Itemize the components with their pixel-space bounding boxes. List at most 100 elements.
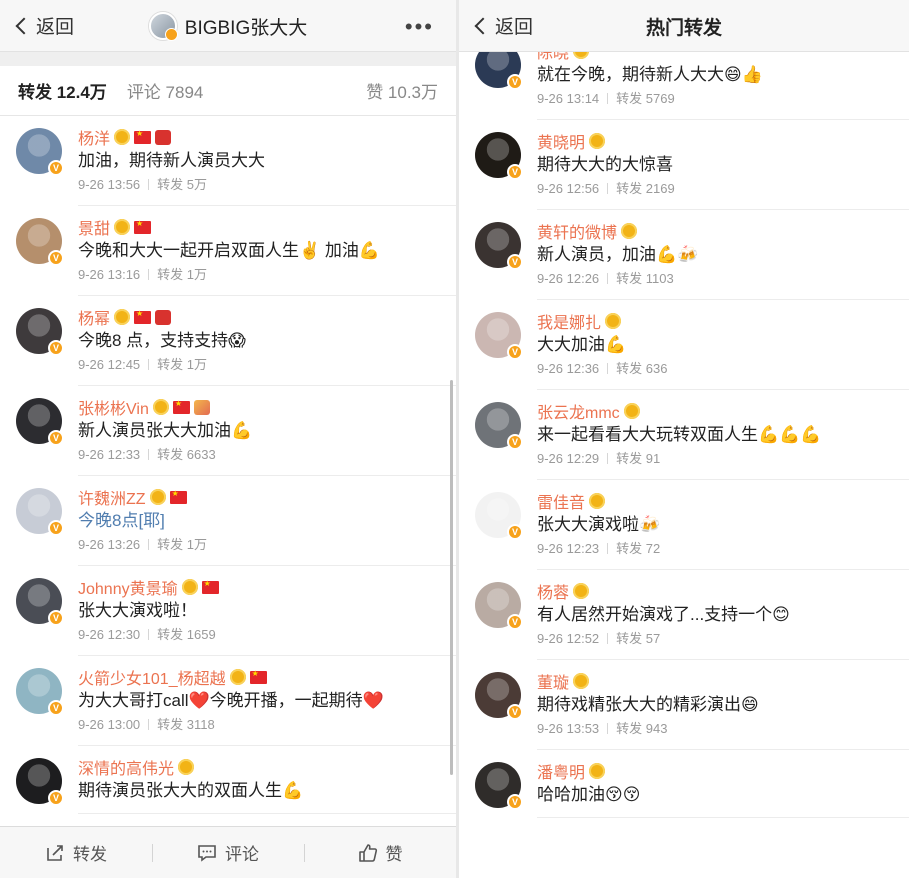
- tab-bar: 转发 12.4万 评论 7894 赞 10.3万: [0, 66, 456, 116]
- top-bar: 返回 热门转发: [459, 0, 909, 52]
- divider: [607, 183, 609, 194]
- timestamp: 9-26 12:33: [78, 447, 141, 462]
- username[interactable]: 董璇: [537, 669, 569, 693]
- avatar[interactable]: V: [475, 492, 523, 540]
- username[interactable]: 黄晓明: [537, 129, 585, 153]
- vip-icon: [178, 759, 195, 775]
- post-text: 就在今晚，期待新人大大😄👍: [537, 65, 763, 84]
- post-meta: 9-26 12:29 转发 91: [537, 448, 899, 470]
- forward-label: 转发: [73, 845, 107, 864]
- username[interactable]: 杨幂: [78, 305, 110, 329]
- username[interactable]: 杨蓉: [537, 579, 569, 603]
- avatar[interactable]: V: [16, 398, 64, 446]
- avatar[interactable]: V: [475, 402, 523, 450]
- divider: [0, 52, 456, 66]
- list-item[interactable]: V 火箭少女101_杨超越为大大哥打call❤️今晚开播，一起期待❤️ 9-26 1…: [0, 656, 456, 746]
- list-item[interactable]: V 深情的高伟光期待演员张大大的双面人生💪: [0, 746, 456, 814]
- tab-comments[interactable]: 评论 7894: [127, 78, 204, 103]
- timestamp: 9-26 13:16: [78, 267, 141, 282]
- left-panel: 返回 BIGBIG张大大 ••• 转发 12.4万 评论 7894 赞 10.3…: [0, 0, 456, 878]
- list-item[interactable]: V 黄轩的微博 新人演员，加油💪🍻 9-26 12:26 转发 1103: [459, 210, 909, 300]
- avatar[interactable]: V: [475, 222, 523, 270]
- comment-label: 评论: [225, 845, 259, 864]
- divider: [607, 543, 609, 554]
- forward-count: 转发 57: [616, 631, 661, 646]
- username[interactable]: 许魏洲ZZ: [78, 485, 146, 509]
- avatar[interactable]: V: [16, 218, 64, 266]
- username[interactable]: 火箭少女101_杨超越: [78, 665, 226, 689]
- list-item[interactable]: V 张彬彬Vin 新人演员张大大加油💪 9-26 12:33 转发 6633: [0, 386, 456, 476]
- post-meta: 9-26 12:33 转发 6633: [78, 444, 446, 466]
- list-item[interactable]: V 雷佳音 张大大演戏啦🍻 9-26 12:23 转发 72: [459, 480, 909, 570]
- forward-count: 转发 943: [616, 721, 668, 736]
- vip-icon: [589, 763, 606, 779]
- divider: [607, 633, 609, 644]
- avatar[interactable]: V: [16, 308, 64, 356]
- avatar[interactable]: V: [475, 312, 523, 360]
- vip-icon: [589, 493, 606, 509]
- list-item[interactable]: V 董璇 期待戏精张大大的精彩演出😄 9-26 13:53 转发 943: [459, 660, 909, 750]
- username[interactable]: 张彬彬Vin: [78, 395, 149, 419]
- more-icon[interactable]: •••: [405, 14, 434, 40]
- timestamp: 9-26 13:14: [537, 91, 600, 106]
- avatar[interactable]: V: [475, 762, 523, 810]
- username[interactable]: 张云龙mmc: [537, 399, 620, 423]
- avatar[interactable]: V: [16, 488, 64, 536]
- forward-button[interactable]: 转发: [0, 840, 152, 865]
- username[interactable]: 杨洋: [78, 125, 110, 149]
- flag-icon: [249, 669, 267, 684]
- post-text: 期待戏精张大大的精彩演出😄: [537, 695, 759, 714]
- avatar[interactable]: V: [475, 672, 523, 720]
- avatar[interactable]: V: [16, 668, 64, 716]
- avatar[interactable]: V: [16, 578, 64, 626]
- timestamp: 9-26 12:52: [537, 631, 600, 646]
- scrollbar[interactable]: [450, 380, 453, 775]
- verified-icon: V: [48, 430, 64, 446]
- verified-icon: V: [48, 790, 64, 806]
- bottom-action-bar: 转发 评论 赞: [0, 826, 456, 878]
- avatar[interactable]: V: [475, 582, 523, 630]
- back-button[interactable]: 返回: [0, 12, 74, 39]
- tab-forwards[interactable]: 转发 12.4万: [18, 78, 107, 103]
- list-item[interactable]: V 张云龙mmc 来一起看看大大玩转双面人生💪💪💪 9-26 12:29 转发 91: [459, 390, 909, 480]
- back-button[interactable]: 返回: [459, 12, 533, 39]
- tab-likes[interactable]: 赞 10.3万: [366, 78, 438, 103]
- flag-icon: [134, 309, 152, 324]
- username[interactable]: 我是娜扎: [537, 309, 601, 333]
- comment-button[interactable]: 评论: [152, 840, 304, 865]
- verified-icon: V: [48, 700, 64, 716]
- username[interactable]: 潘粤明: [537, 759, 585, 783]
- post-text: 新人演员，加油💪🍻: [537, 245, 699, 264]
- username[interactable]: 景甜: [78, 215, 110, 239]
- username[interactable]: 雷佳音: [537, 489, 585, 513]
- avatar[interactable]: V: [16, 128, 64, 176]
- list-item[interactable]: V 黄晓明 期待大大的大惊喜 9-26 12:56 转发 2169: [459, 120, 909, 210]
- username[interactable]: 黄轩的微博: [537, 219, 617, 243]
- list-item[interactable]: V 潘粤明 哈哈加油😚😚: [459, 750, 909, 818]
- verified-icon: V: [507, 164, 523, 180]
- verified-icon: V: [507, 254, 523, 270]
- avatar[interactable]: V: [475, 132, 523, 180]
- username[interactable]: Johnny黄景瑜: [78, 575, 178, 599]
- forward-count: 转发 636: [616, 361, 668, 376]
- list-item[interactable]: V 景甜今晚和大大一起开启双面人生✌️ 加油💪 9-26 13:16 转发 1万: [0, 206, 456, 296]
- post-meta: 9-26 12:52 转发 57: [537, 628, 899, 650]
- forward-count: 转发 72: [616, 541, 661, 556]
- forward-count: 转发 1659: [157, 627, 216, 642]
- divider: [148, 359, 150, 370]
- list-item[interactable]: V 杨洋加油，期待新人演员大大 9-26 13:56 转发 5万: [0, 116, 456, 206]
- vip-icon: [621, 223, 638, 239]
- list-item[interactable]: V 杨蓉 有人居然开始演戏了...支持一个😊 9-26 12:52 转发 57: [459, 570, 909, 660]
- post-link[interactable]: 今晚8点[耶]: [78, 511, 165, 530]
- list-item[interactable]: V 许魏洲ZZ 今晚8点[耶] 9-26 13:26 转发 1万: [0, 476, 456, 566]
- username[interactable]: 深情的高伟光: [78, 755, 174, 779]
- list-item[interactable]: V 杨幂今晚8 点，支持支持😱 9-26 12:45 转发 1万: [0, 296, 456, 386]
- vip-icon: [114, 129, 131, 145]
- list-item[interactable]: V 我是娜扎 大大加油💪 9-26 12:36 转发 636: [459, 300, 909, 390]
- avatar[interactable]: V: [16, 758, 64, 806]
- list-item[interactable]: V Johnny黄景瑜张大大演戏啦！ 9-26 12:30 转发 1659: [0, 566, 456, 656]
- chevron-left-icon: [15, 17, 33, 34]
- timestamp: 9-26 12:36: [537, 361, 600, 376]
- post-text: 期待演员张大大的双面人生💪: [78, 781, 304, 800]
- like-button[interactable]: 赞: [304, 840, 456, 865]
